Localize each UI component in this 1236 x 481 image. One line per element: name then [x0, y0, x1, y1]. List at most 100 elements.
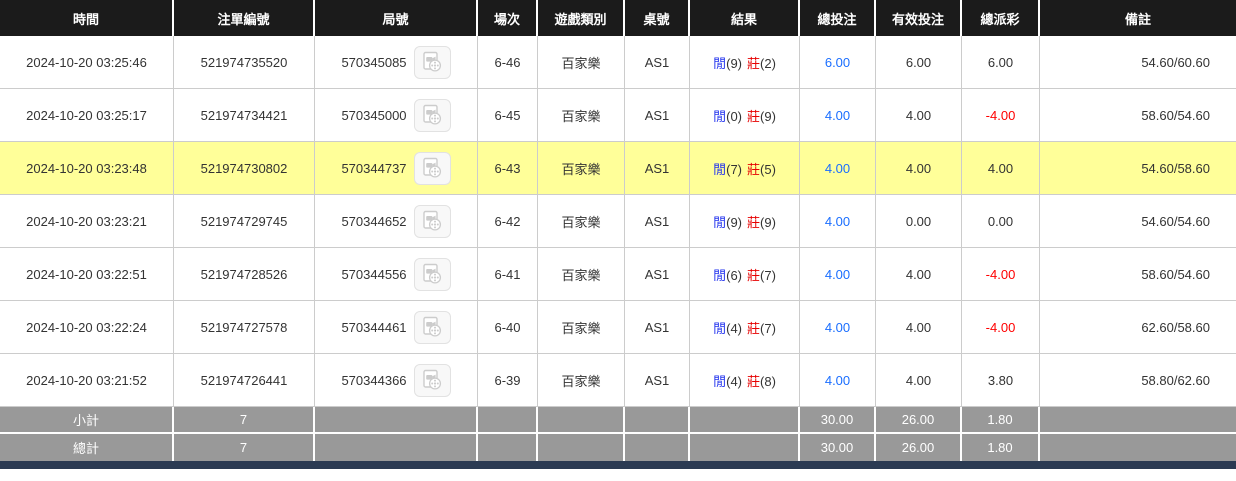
column-header-valid_bet: 有效投注 [876, 0, 962, 36]
cell-session: 6-40 [478, 301, 538, 354]
cell-bet-id: 521974726441 [174, 354, 315, 407]
round-id-text: 570344737 [341, 160, 407, 176]
cell-session: 6-46 [478, 36, 538, 89]
summary-row: 總計 7 30.00 26.00 1.80 [0, 434, 1236, 461]
cell-remark: 58.80/62.60 [1040, 354, 1236, 407]
cell-result: 閒(0) 莊(9) [690, 89, 800, 142]
cell-total-payout: 4.00 [962, 142, 1040, 195]
cell-valid-bet: 6.00 [876, 36, 962, 89]
result-player-score: (9) [726, 55, 742, 71]
result-banker-label: 莊 [747, 373, 761, 389]
cell-session: 6-43 [478, 142, 538, 195]
cell-bet-id: 521974735520 [174, 36, 315, 89]
cell-bet-id: 521974734421 [174, 89, 315, 142]
result-player-label: 閒 [713, 267, 727, 283]
video-replay-button[interactable] [413, 151, 451, 185]
video-file-icon [423, 369, 442, 390]
round-id-text: 570345000 [341, 107, 407, 123]
cell-round-id: 570344461 [315, 301, 478, 354]
table-row[interactable]: 2024-10-20 03:25:46 521974735520 5703450… [0, 36, 1236, 89]
result-banker-score: (9) [760, 108, 776, 124]
cell-valid-bet: 0.00 [876, 195, 962, 248]
cell-remark: 54.60/54.60 [1040, 195, 1236, 248]
table-row[interactable]: 2024-10-20 03:22:51 521974728526 5703445… [0, 248, 1236, 301]
round-id-text: 570344652 [341, 213, 407, 229]
cell-total-payout: -4.00 [962, 248, 1040, 301]
cell-result: 閒(9) 莊(9) [690, 195, 800, 248]
summary-total-bet: 30.00 [800, 434, 876, 461]
cell-valid-bet: 4.00 [876, 301, 962, 354]
cell-game-type: 百家樂 [538, 142, 625, 195]
cell-round-id: 570344652 [315, 195, 478, 248]
result-banker-score: (7) [760, 320, 776, 336]
video-file-icon [423, 157, 442, 178]
result-banker-label: 莊 [747, 214, 761, 230]
cell-time: 2024-10-20 03:23:21 [0, 195, 174, 248]
round-id-text: 570344556 [341, 266, 407, 282]
cell-table-no: AS1 [625, 142, 690, 195]
table-row[interactable]: 2024-10-20 03:22:24 521974727578 5703444… [0, 301, 1236, 354]
bottom-bar [0, 461, 1236, 469]
cell-total-payout: -4.00 [962, 301, 1040, 354]
cell-result: 閒(6) 莊(7) [690, 248, 800, 301]
video-replay-button[interactable] [413, 310, 451, 344]
result-banker-score: (5) [760, 161, 776, 177]
video-replay-button[interactable] [413, 204, 451, 238]
result-player-score: (4) [726, 373, 742, 389]
cell-valid-bet: 4.00 [876, 89, 962, 142]
video-file-icon [423, 263, 442, 284]
column-header-game_type: 遊戲類別 [538, 0, 625, 36]
video-replay-button[interactable] [413, 45, 451, 79]
column-header-bet_id: 注單編號 [174, 0, 315, 36]
cell-result: 閒(7) 莊(5) [690, 142, 800, 195]
cell-total-bet: 4.00 [800, 142, 876, 195]
cell-bet-id: 521974729745 [174, 195, 315, 248]
cell-table-no: AS1 [625, 248, 690, 301]
cell-bet-id: 521974730802 [174, 142, 315, 195]
cell-round-id: 570344556 [315, 248, 478, 301]
cell-time: 2024-10-20 03:22:24 [0, 301, 174, 354]
table-row[interactable]: 2024-10-20 03:23:48 521974730802 5703447… [0, 142, 1236, 195]
column-header-remark: 備註 [1040, 0, 1236, 36]
cell-table-no: AS1 [625, 36, 690, 89]
table-row[interactable]: 2024-10-20 03:21:52 521974726441 5703443… [0, 354, 1236, 407]
video-replay-button[interactable] [413, 98, 451, 132]
video-replay-button[interactable] [413, 257, 451, 291]
cell-game-type: 百家樂 [538, 89, 625, 142]
cell-time: 2024-10-20 03:23:48 [0, 142, 174, 195]
video-file-icon [423, 51, 442, 72]
result-player-score: (9) [726, 214, 742, 230]
cell-game-type: 百家樂 [538, 301, 625, 354]
column-header-time: 時間 [0, 0, 174, 36]
video-replay-button[interactable] [413, 363, 451, 397]
cell-total-bet: 6.00 [800, 36, 876, 89]
cell-result: 閒(9) 莊(2) [690, 36, 800, 89]
result-player-score: (4) [726, 320, 742, 336]
cell-result: 閒(4) 莊(8) [690, 354, 800, 407]
table-row[interactable]: 2024-10-20 03:25:17 521974734421 5703450… [0, 89, 1236, 142]
cell-total-bet: 4.00 [800, 89, 876, 142]
table-header: 時間 注單編號 局號 場次 遊戲類別 桌號 結果 總投注 有效投注 總派彩 備註 [0, 0, 1236, 36]
cell-total-payout: 3.80 [962, 354, 1040, 407]
table-row[interactable]: 2024-10-20 03:23:21 521974729745 5703446… [0, 195, 1236, 248]
summary-label: 小計 [0, 407, 174, 434]
result-player-label: 閒 [713, 214, 727, 230]
cell-table-no: AS1 [625, 354, 690, 407]
cell-time: 2024-10-20 03:21:52 [0, 354, 174, 407]
table-footer: 小計 7 30.00 26.00 1.80 總計 7 30.00 26.00 1… [0, 407, 1236, 461]
cell-time: 2024-10-20 03:25:17 [0, 89, 174, 142]
cell-table-no: AS1 [625, 195, 690, 248]
result-player-score: (7) [726, 161, 742, 177]
column-header-result: 結果 [690, 0, 800, 36]
round-id-text: 570345085 [341, 54, 407, 70]
cell-valid-bet: 4.00 [876, 142, 962, 195]
result-banker-score: (8) [760, 373, 776, 389]
cell-remark: 62.60/58.60 [1040, 301, 1236, 354]
summary-valid-bet: 26.00 [876, 434, 962, 461]
summary-label: 總計 [0, 434, 174, 461]
summary-valid-bet: 26.00 [876, 407, 962, 434]
summary-row: 小計 7 30.00 26.00 1.80 [0, 407, 1236, 434]
cell-game-type: 百家樂 [538, 248, 625, 301]
column-header-round_id: 局號 [315, 0, 478, 36]
cell-round-id: 570344737 [315, 142, 478, 195]
